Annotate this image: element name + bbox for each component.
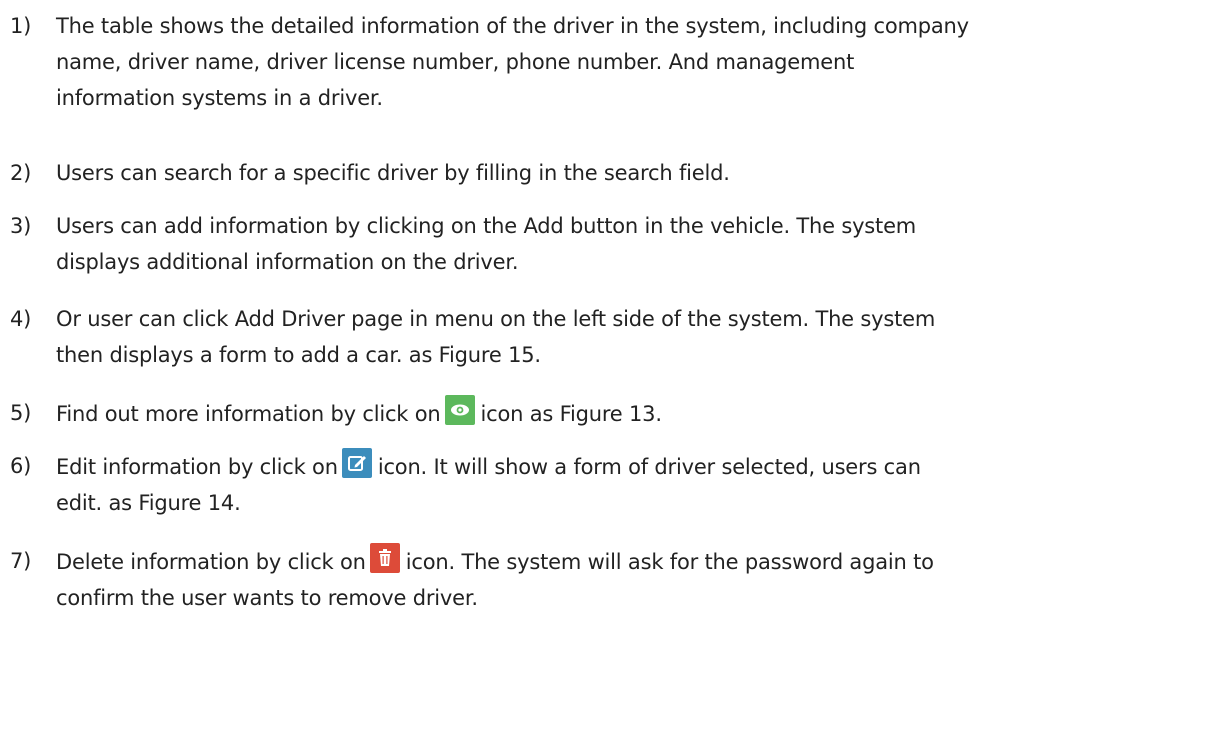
- item-number: 3): [10, 214, 32, 238]
- item-text-line: confirm the user wants to remove driver.: [56, 586, 478, 610]
- list-item-7: 7) Delete information by click on icon. T…: [10, 543, 1200, 616]
- item-number: 5): [10, 401, 32, 425]
- instructions-document: 1) The table shows the detailed informat…: [0, 0, 1207, 729]
- item-text-line: then displays a form to add a car. as Fi…: [56, 343, 541, 367]
- eye-icon: [444, 395, 475, 425]
- list-item-1: 1) The table shows the detailed informat…: [10, 8, 1200, 116]
- item-text-after-icon: icon as Figure 13.: [480, 402, 662, 426]
- item-text-line: displays additional information on the d…: [56, 250, 519, 274]
- item-number: 1): [10, 14, 32, 38]
- item-text-before-icon: Find out more information by click on: [56, 402, 441, 426]
- list-item-3: 3) Users can add information by clicking…: [10, 208, 1200, 280]
- edit-icon: [341, 448, 372, 478]
- trash-icon: [369, 543, 400, 573]
- item-number: 4): [10, 307, 32, 331]
- item-text-before-icon: Edit information by click on: [56, 455, 338, 479]
- item-text-line: Delete information by click on icon. The …: [56, 543, 1200, 580]
- list-item-6: 6) Edit information by click on icon. It …: [10, 448, 1200, 521]
- item-text-line: The table shows the detailed information…: [56, 14, 969, 38]
- item-text-after-icon: icon. It will show a form of driver sele…: [377, 455, 921, 479]
- item-text-line: information systems in a driver.: [56, 86, 383, 110]
- item-text-line: edit. as Figure 14.: [56, 491, 241, 515]
- list-item-2: 2) Users can search for a specific drive…: [10, 155, 1200, 191]
- item-text-line: Users can search for a specific driver b…: [56, 161, 730, 185]
- item-text-line: Or user can click Add Driver page in men…: [56, 307, 936, 331]
- item-number: 7): [10, 549, 32, 573]
- list-item-4: 4) Or user can click Add Driver page in …: [10, 301, 1200, 373]
- item-text-line: Find out more information by click on ico…: [56, 395, 1200, 432]
- item-text-line: name, driver name, driver license number…: [56, 50, 855, 74]
- item-text-before-icon: Delete information by click on: [56, 550, 366, 574]
- item-text-after-icon: icon. The system will ask for the passwo…: [405, 550, 934, 574]
- item-number: 6): [10, 454, 32, 478]
- list-item-5: 5) Find out more information by click on…: [10, 395, 1200, 432]
- item-text-line: Users can add information by clicking on…: [56, 214, 917, 238]
- item-text-line: Edit information by click on icon. It wil…: [56, 448, 1200, 485]
- item-number: 2): [10, 161, 32, 185]
